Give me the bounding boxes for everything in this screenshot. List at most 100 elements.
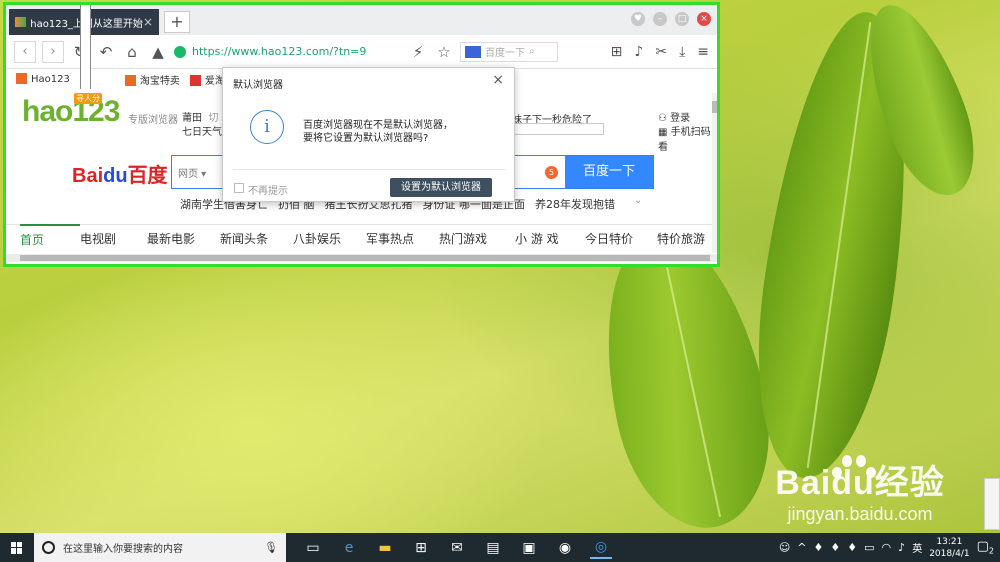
windows-taskbar: 在这里输入你要搜索的内容 🎙 ▭ e ▬ ⊞ ✉ ▤ ▣ ◉ ◎ ☺ ^ ♦ ♦… (0, 533, 1000, 562)
vertical-scrollbar-thumb[interactable] (712, 101, 717, 113)
category-nav: 首页 电视剧 最新电影 新闻头条 八卦娱乐 军事热点 热门游戏 小 游 戏 今日… (6, 224, 717, 250)
taskbar-search-placeholder: 在这里输入你要搜索的内容 (63, 544, 183, 555)
browser-search-placeholder: 百度一下 (485, 48, 525, 59)
secure-shield-icon (174, 45, 186, 58)
default-browser-dialog: 默认浏览器 × i 百度浏览器现在不是默认浏览器， 要将它设置为默认浏览器吗? … (222, 67, 515, 202)
tray-app-icon[interactable]: ♦ (814, 541, 824, 554)
browser-search-box[interactable]: 百度一下 ⌕ (460, 41, 558, 62)
forward-button[interactable]: › (42, 40, 64, 63)
tab-gossip[interactable]: 八卦娱乐 (293, 225, 366, 250)
taskbar-search-box[interactable]: 在这里输入你要搜索的内容 🎙 (34, 533, 286, 562)
hao123-logo[interactable]: hao123 寻人分 (22, 93, 120, 135)
tab-travel[interactable]: 特价旅游 (657, 225, 717, 250)
weather-city[interactable]: 莆田 切 (182, 109, 218, 124)
notification-center-icon[interactable]: ▢2 (977, 539, 994, 556)
dont-remind-checkbox[interactable] (234, 183, 244, 193)
search-engine-icon[interactable] (465, 45, 481, 58)
bookmark-taobao-sale[interactable]: 淘宝特卖 (124, 72, 180, 87)
mobile-scan-link[interactable]: ▦ 手机扫码看 (658, 123, 717, 153)
mail-icon[interactable]: ✉ (446, 537, 468, 559)
baidu-logo[interactable]: Baidu百度 (72, 159, 168, 188)
dialog-title: 默认浏览器 (233, 80, 283, 91)
speaker-icon[interactable]: ♪ (634, 44, 643, 60)
rocket-icon[interactable]: ▲ (148, 43, 168, 61)
lightning-icon[interactable]: ⚡ (408, 43, 428, 61)
skin-icon[interactable]: ♥ (631, 12, 645, 26)
volume-icon[interactable]: ♪ (898, 541, 905, 554)
system-tray: ☺ ^ ♦ ♦ ♦ ▭ ◠ ♪ 英 13:21 2018/4/1 ▢2 (779, 536, 1000, 560)
edition-label: 专版浏览器 (128, 115, 178, 126)
clock-time: 13:21 (936, 536, 963, 547)
media-app-icon[interactable]: ◉ (554, 537, 576, 559)
menu-icon[interactable]: ≡ (697, 44, 709, 60)
baidu-jingyan-watermark: Baidu经验 jingyan.baidu.com (775, 464, 945, 524)
search-category-select[interactable]: 网页 ▾ (178, 165, 206, 180)
dialog-message-line2: 要将它设置为默认浏览器吗? (303, 133, 429, 144)
notepad-icon[interactable]: ▤ (482, 537, 504, 559)
vertical-scrollbar[interactable] (712, 93, 717, 253)
edge-browser-icon[interactable]: e (338, 537, 360, 559)
news-search-input[interactable] (512, 123, 604, 135)
home-icon[interactable]: ⌂ (122, 43, 142, 61)
horizontal-scrollbar[interactable] (6, 254, 717, 262)
store-icon[interactable]: ⊞ (410, 537, 432, 559)
bookmark-hao123[interactable]: Hao123 (16, 73, 70, 85)
magnifier-icon[interactable]: ⌕ (529, 46, 535, 57)
logo-badge: 寻人分 (74, 93, 102, 104)
apps-grid-icon[interactable]: ⊞ (611, 44, 623, 60)
scissors-icon[interactable]: ✂ (655, 44, 667, 60)
tab-news[interactable]: 新闻头条 (220, 225, 293, 250)
taobao-bookmark-icon (124, 74, 136, 86)
maximize-button[interactable]: □ (675, 12, 689, 26)
tab-tv[interactable]: 电视剧 (80, 225, 147, 250)
qr-icon: ▦ (658, 127, 671, 138)
browser-titlebar: hao123_上网从这里开始 × + ♥ – □ × (6, 5, 717, 35)
tab-games[interactable]: 热门游戏 (439, 225, 515, 250)
star-icon[interactable]: ☆ (434, 43, 454, 61)
set-default-browser-button[interactable]: 设置为默认浏览器 (390, 178, 492, 197)
back-button[interactable]: ‹ (14, 40, 36, 63)
download-icon[interactable]: ⤓ (679, 44, 685, 60)
desktop-window-edge (984, 478, 1000, 530)
cortana-icon (42, 541, 55, 554)
horizontal-scrollbar-thumb[interactable] (20, 255, 710, 261)
tab-movies[interactable]: 最新电影 (147, 225, 220, 250)
weather-forecast-link[interactable]: 七日天气 (182, 123, 222, 138)
new-tab-button[interactable]: + (164, 11, 190, 33)
dialog-divider (233, 169, 506, 170)
windows-logo-icon (11, 541, 23, 554)
tab-military[interactable]: 军事热点 (366, 225, 439, 250)
show-hidden-icons-chevron[interactable]: ^ (797, 541, 806, 554)
input-language[interactable]: 英 (912, 540, 922, 555)
chevron-down-icon[interactable]: ⌄ (634, 195, 642, 206)
close-window-button[interactable]: × (697, 12, 711, 26)
task-view-icon[interactable]: ▭ (302, 537, 324, 559)
login-link[interactable]: ⚇ 登录 (658, 109, 690, 124)
tab-mini-games[interactable]: 小 游 戏 (515, 225, 585, 250)
dont-remind-label[interactable]: 不再提示 (248, 182, 288, 197)
microphone-icon[interactable]: 🎙 (264, 541, 278, 554)
baidu-search-button[interactable]: 百度一下 (565, 156, 653, 188)
tab-home[interactable]: 首页 (20, 224, 80, 250)
start-button[interactable] (0, 533, 34, 562)
tab-close-icon[interactable]: × (143, 15, 153, 29)
aitaobao-bookmark-icon (189, 74, 201, 86)
people-icon[interactable]: ☺ (779, 541, 790, 554)
taskbar-apps: ▭ e ▬ ⊞ ✉ ▤ ▣ ◉ ◎ (286, 537, 612, 559)
minimize-button[interactable]: – (653, 12, 667, 26)
wifi-icon[interactable]: ◠ (882, 541, 892, 554)
hot-count-badge: 5 (545, 166, 558, 179)
baidu-browser-taskbar-icon[interactable]: ◎ (590, 537, 612, 559)
battery-icon[interactable]: ▭ (864, 541, 874, 554)
hot-link[interactable]: 养28年发现抱错 (535, 196, 615, 212)
info-icon: i (250, 110, 284, 144)
hao123-favicon-icon (15, 17, 27, 27)
file-explorer-icon[interactable]: ▬ (374, 537, 396, 559)
taskbar-clock[interactable]: 13:21 2018/4/1 (929, 536, 969, 560)
tray-app-icon[interactable]: ♦ (830, 541, 840, 554)
paint-icon[interactable]: ▣ (518, 537, 540, 559)
dialog-close-icon[interactable]: × (492, 72, 504, 88)
tray-app-icon[interactable]: ♦ (847, 541, 857, 554)
tab-deals[interactable]: 今日特价 (585, 225, 657, 250)
address-bar[interactable]: https://www.hao123.com/?tn=9 (192, 45, 402, 58)
